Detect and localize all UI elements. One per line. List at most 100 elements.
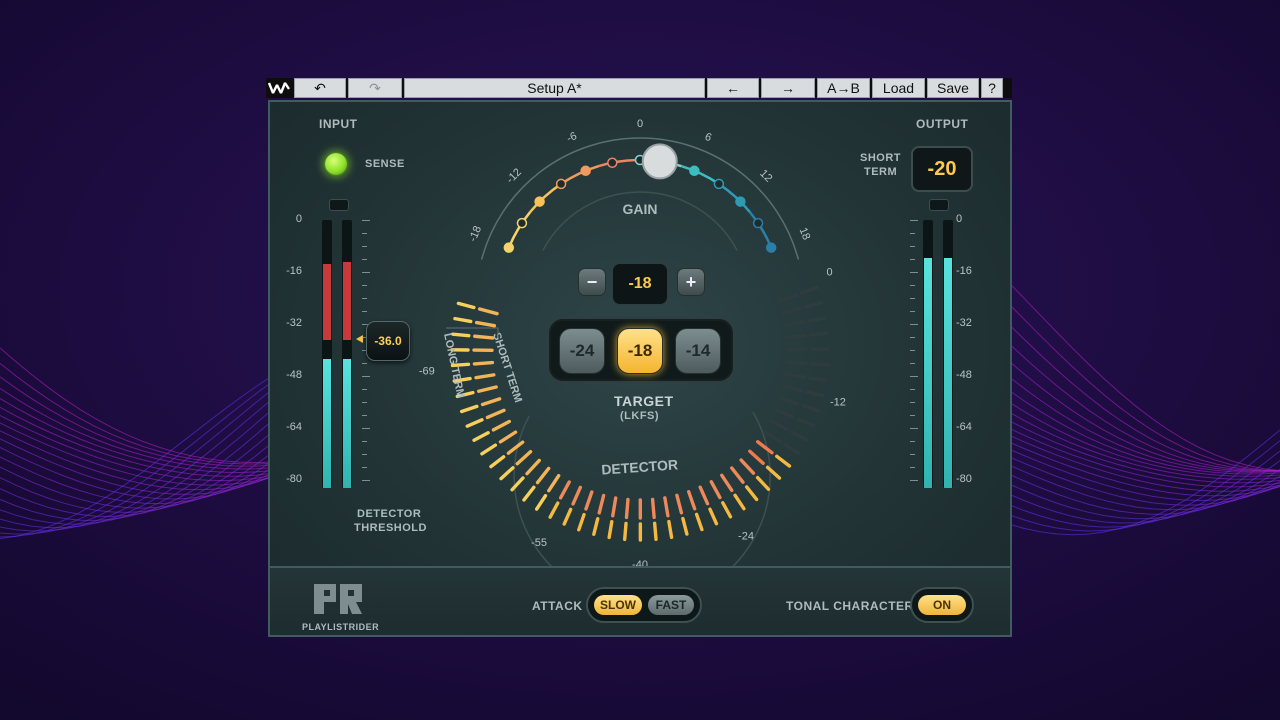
prev-preset-button[interactable]: ← [707, 78, 759, 98]
gain-tick-label: 6 [703, 131, 713, 144]
detector-short-bar [584, 490, 594, 511]
undo-icon: ↶ [314, 79, 326, 96]
short-term-arc-label: SHORT TERM [490, 331, 524, 404]
input-meter-left-fill [323, 359, 331, 488]
detector-short-bar [778, 396, 800, 406]
detector-long-bar [796, 417, 815, 428]
detector-short-bar [597, 493, 606, 515]
detector-short-bar [730, 466, 745, 484]
detector-scale-label: -55 [531, 537, 547, 549]
detector-short-bar [474, 320, 497, 328]
gain-tick-label: -12 [504, 166, 524, 186]
detector-short-bar [571, 485, 583, 506]
detector-threshold-control[interactable]: -36.0 [366, 321, 410, 361]
short-term-readout: -20 [911, 146, 973, 192]
detector-long-bar [623, 521, 628, 542]
output-scale-tick [910, 337, 915, 338]
detector-short-bar [474, 373, 496, 380]
tonal-character-label: TONAL CHARACTER [786, 599, 914, 613]
threshold-label-1: DETECTOR [357, 508, 422, 520]
detector-short-bar [785, 333, 807, 340]
detector-short-bar [650, 497, 656, 520]
output-scale-tick [910, 376, 918, 377]
detector-short-bar [784, 372, 806, 379]
redo-button[interactable]: ↷ [348, 78, 402, 98]
input-scale-tick [362, 428, 370, 429]
output-scale-tick [910, 285, 915, 286]
detector-long-bar [522, 485, 536, 502]
input-scale-tick [362, 389, 367, 390]
output-meter-left-fill [924, 257, 932, 488]
attack-slow-button[interactable]: SLOW [594, 595, 642, 615]
detector-long-bar [721, 501, 733, 519]
undo-button[interactable]: ↶ [294, 78, 346, 98]
preset-name-field[interactable]: Setup A* [404, 78, 705, 98]
sense-led-button[interactable] [325, 153, 347, 175]
detector-short-bar [687, 490, 697, 511]
save-button[interactable]: Save [927, 78, 979, 98]
gain-arc-segment [598, 158, 641, 168]
detector-short-bar [720, 473, 734, 493]
load-button[interactable]: Load [872, 78, 925, 98]
ab-compare-button[interactable]: A→B [817, 78, 870, 98]
output-scale-label: -80 [956, 473, 972, 485]
input-clip-indicator[interactable] [329, 199, 349, 211]
input-scale-tick [362, 467, 367, 468]
gain-arc-segment [560, 164, 600, 185]
help-button[interactable]: ? [981, 78, 1003, 98]
input-scale-tick [362, 454, 367, 455]
input-meter-right-fill [343, 359, 351, 488]
detector-long-bar [456, 301, 476, 310]
attack-label: ATTACK [532, 599, 583, 613]
target-option-14[interactable]: -14 [675, 328, 721, 374]
output-scale-label: 0 [956, 213, 963, 225]
gain-plus-button[interactable]: + [677, 268, 705, 296]
tonal-character-on-button[interactable]: ON [918, 595, 966, 615]
gain-value-readout[interactable]: -18 [612, 263, 668, 305]
detector-short-bar [782, 384, 804, 393]
detector-long-bar [472, 431, 490, 442]
input-scale-label: -48 [286, 369, 302, 381]
gain-minus-button[interactable]: − [578, 268, 606, 296]
target-option-24[interactable]: -24 [559, 328, 605, 374]
detector-long-bar [499, 466, 515, 481]
gain-tick-label: 0 [637, 118, 643, 130]
detector-short-bar [739, 458, 756, 475]
waves-logo-icon[interactable] [266, 78, 292, 98]
detector-long-bar [807, 316, 827, 323]
output-clip-indicator[interactable] [929, 199, 949, 211]
output-scale-tick [910, 324, 918, 325]
detector-short-bar [774, 408, 795, 419]
input-scale-label: 0 [295, 213, 302, 225]
gain-step-dot [607, 157, 618, 168]
detector-short-bar [709, 480, 722, 500]
gain-arc[interactable] [480, 137, 800, 260]
detector-short-bar [535, 466, 551, 485]
output-scale-tick [910, 402, 915, 403]
detector-long-bar [755, 475, 771, 491]
attack-fast-button[interactable]: FAST [648, 595, 694, 615]
detector-long-bar [733, 493, 746, 511]
gain-arc-segment [680, 164, 720, 185]
input-scale-tick [362, 233, 367, 234]
target-option-18[interactable]: -18 [617, 328, 663, 374]
input-scale-label: -32 [286, 317, 302, 329]
detector-short-bar [785, 360, 808, 365]
detector-short-bar [473, 334, 495, 340]
output-scale-tick [910, 480, 918, 481]
output-meter-right [943, 220, 953, 488]
gain-step-dot [713, 178, 725, 190]
detector-long-bar [489, 455, 506, 469]
detector-long-bar [534, 494, 548, 511]
input-scale-tick [362, 415, 367, 416]
input-meter-left-peak [323, 264, 331, 340]
detector-long-bar [465, 418, 484, 428]
next-preset-button[interactable]: → [761, 78, 815, 98]
detector-title: DETECTOR [601, 456, 679, 477]
output-meter-left [923, 220, 933, 488]
detector-short-bar [480, 397, 502, 407]
output-scale-tick [910, 441, 915, 442]
detector-long-bar [809, 361, 830, 367]
gain-step-dot [503, 242, 515, 253]
gain-arc-segment [718, 182, 751, 213]
